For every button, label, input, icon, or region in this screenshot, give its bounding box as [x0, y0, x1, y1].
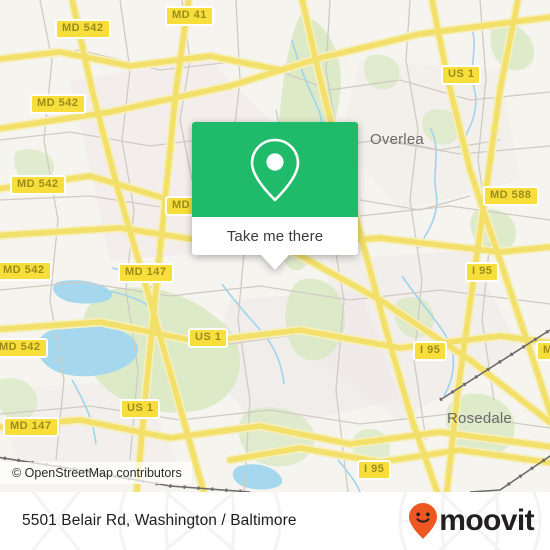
attribution-text: © OpenStreetMap contributors [12, 466, 182, 480]
moovit-wordmark: moovit [439, 504, 534, 537]
take-me-there-label: Take me there [226, 227, 324, 245]
card-pointer-tail [261, 255, 289, 270]
map-attribution[interactable]: © OpenStreetMap contributors [0, 462, 192, 484]
map-screenshot: MD 542 MD 41 US 1 MD 542 MD 542 MD MD 588 MD 54… [0, 0, 550, 550]
address-label: 5501 Belair Rd, Washington / Baltimore [22, 512, 297, 529]
location-popup-card[interactable]: Take me there [192, 122, 358, 270]
card-footer[interactable]: Take me there [192, 217, 358, 270]
moovit-logo[interactable]: moovit [408, 502, 535, 540]
map-pin-icon [250, 138, 300, 201]
place-label: Overlea [370, 131, 424, 148]
card-header [192, 122, 358, 217]
footer-bar: 5501 Belair Rd, Washington / Baltimore m… [0, 492, 550, 550]
moovit-pin-smiley-icon [409, 503, 438, 539]
place-label: Rosedale [447, 410, 512, 427]
map-canvas[interactable]: MD 542 MD 41 US 1 MD 542 MD 542 MD MD 588 MD 54… [0, 0, 550, 492]
